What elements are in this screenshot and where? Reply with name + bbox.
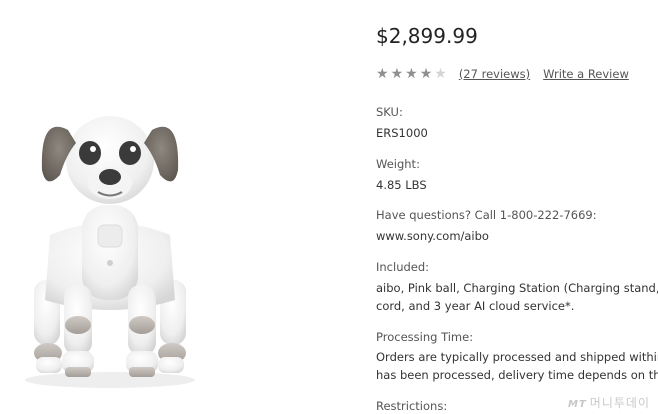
included-line-1: aibo, Pink ball, Charging Station (Charg… [376,281,658,295]
watermark: MT 머니투데이 [568,394,650,411]
sku-value: ERS1000 [376,126,428,140]
included-line-2: cord, and 3 year AI cloud service*. [376,299,575,313]
star-icon: ★ [419,66,433,82]
product-image [25,116,195,388]
support-url: www.sony.com/aibo [376,229,489,243]
included-label: Included: [376,260,430,274]
product-price: $2,899.99 [376,24,478,48]
product-details: $2,899.99 ★ ★ ★ ★ ★ (27 reviews) Write a… [376,0,658,414]
processing-line-2: has been processed, delivery time depend… [376,368,658,382]
rating-row: ★ ★ ★ ★ ★ (27 reviews) Write a Review [376,67,629,81]
star-icon: ★ [434,66,447,82]
weight-label: Weight: [376,157,420,171]
star-icon: ★ [376,66,389,82]
weight-value: 4.85 LBS [376,178,427,192]
restrictions-label: Restrictions: [376,399,448,413]
star-rating: ★ ★ ★ ★ ★ [376,67,447,81]
processing-label: Processing Time: [376,330,474,344]
star-icon: ★ [405,66,418,82]
reviews-link[interactable]: (27 reviews) [459,67,530,81]
watermark-text: 머니투데이 [589,396,650,410]
processing-line-1: Orders are typically processed and shipp… [376,350,658,364]
watermark-prefix: MT [568,399,587,410]
write-review-link[interactable]: Write a Review [543,67,629,81]
star-icon: ★ [390,66,404,82]
sku-label: SKU: [376,105,403,119]
product-page: $2,899.99 ★ ★ ★ ★ ★ (27 reviews) Write a… [0,0,658,414]
questions-label: Have questions? Call 1-800-222-7669: [376,208,597,222]
